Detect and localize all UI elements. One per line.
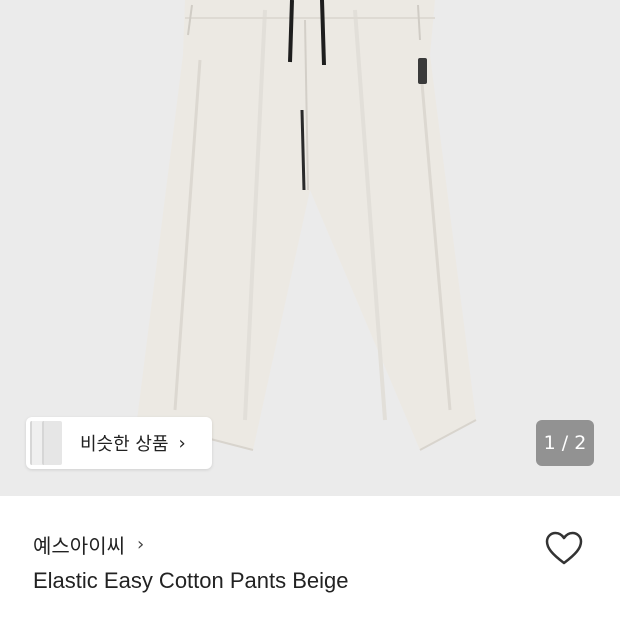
brand-name: 예스아이씨 (33, 534, 125, 558)
similar-products-thumbnails (26, 417, 62, 469)
product-title: Elastic Easy Cotton Pants Beige (33, 568, 349, 593)
brand-link[interactable]: 예스아이씨 › (33, 530, 144, 559)
similar-products-button[interactable]: 비슷한 상품 › (26, 417, 212, 469)
similar-products-label: 비슷한 상품 (80, 434, 169, 455)
product-image-carousel[interactable]: 비슷한 상품 › 1 / 2 (0, 0, 620, 496)
image-page-indicator: 1 / 2 (536, 420, 594, 466)
heart-icon (545, 531, 583, 565)
thumbnail (42, 421, 62, 465)
chevron-right-icon: › (178, 432, 186, 454)
wishlist-button[interactable] (542, 527, 586, 571)
chevron-right-icon: › (137, 534, 145, 555)
